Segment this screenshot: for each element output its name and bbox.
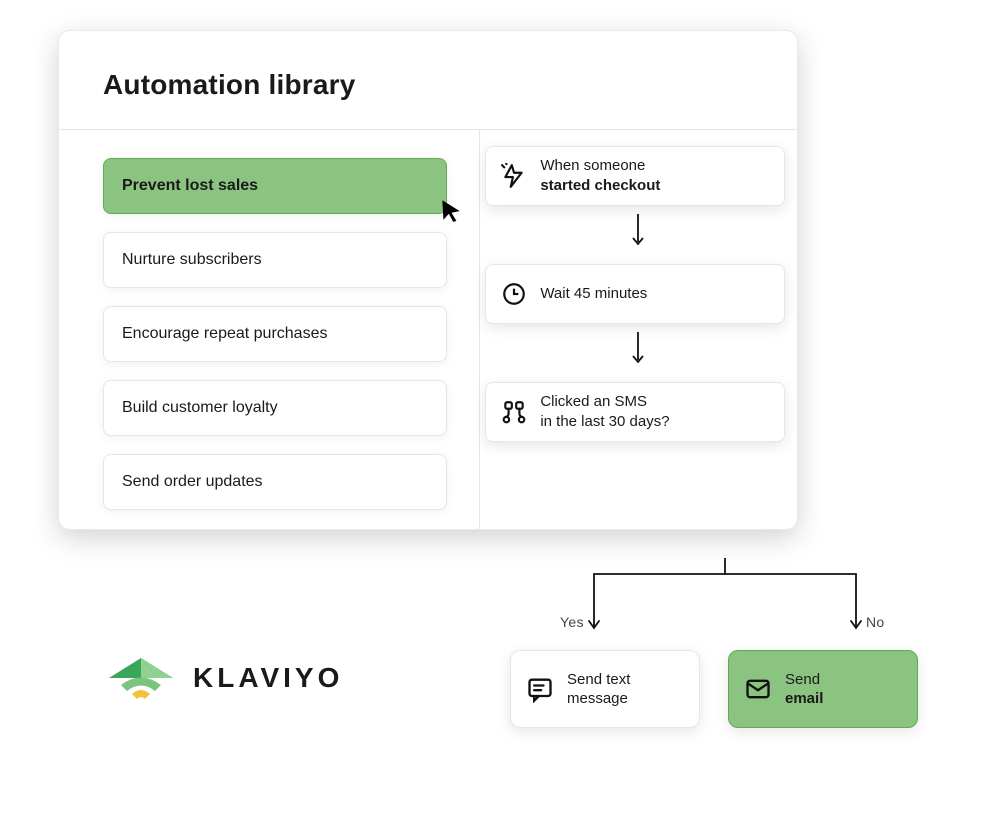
panel-header: Automation library [59,31,797,130]
list-item-prevent-lost-sales[interactable]: Prevent lost sales [103,158,447,214]
action-send-sms-text: Send text message [567,670,630,709]
list-item-nurture-subscribers[interactable]: Nurture subscribers [103,232,447,288]
klaviyo-mark-icon [105,654,177,702]
flow-trigger-card[interactable]: When someone started checkout [485,146,785,206]
clock-icon [500,280,528,308]
list-item-label: Build customer loyalty [122,399,278,417]
list-item-build-customer-loyalty[interactable]: Build customer loyalty [103,380,447,436]
arrow-down-icon [631,330,645,366]
branch-no-label: No [866,614,885,630]
panel-title: Automation library [103,69,753,101]
sms-icon [525,674,555,704]
split-icon [500,398,528,426]
list-item-label: Nurture subscribers [122,251,262,269]
email-icon [743,674,773,704]
lightning-icon [500,162,528,190]
arrow-down-icon [631,212,645,248]
action-send-email-text: Send email [785,670,823,709]
automation-list: Prevent lost sales Nurture subscribers E… [59,130,480,529]
list-item-label: Send order updates [122,473,263,491]
flow-wait-card[interactable]: Wait 45 minutes [485,264,785,324]
list-item-label: Prevent lost sales [122,177,258,195]
list-item-send-order-updates[interactable]: Send order updates [103,454,447,510]
panel-body: Prevent lost sales Nurture subscribers E… [59,130,797,529]
list-item-encourage-repeat-purchases[interactable]: Encourage repeat purchases [103,306,447,362]
flow-trigger-text: When someone started checkout [540,156,770,197]
brand-name: KLAVIYO [193,662,343,694]
action-send-sms[interactable]: Send text message [510,650,700,728]
flow-split-card[interactable]: Clicked an SMS in the last 30 days? [485,382,785,442]
branch-connector [510,558,940,650]
flow-wait-text: Wait 45 minutes [540,284,770,304]
list-item-label: Encourage repeat purchases [122,325,327,343]
flow-preview: When someone started checkout Wait 45 mi… [480,130,797,529]
brand-logo: KLAVIYO [105,654,343,702]
action-send-email[interactable]: Send email [728,650,918,728]
automation-library-panel: Automation library Prevent lost sales Nu… [58,30,798,530]
branch-yes-label: Yes [560,614,584,630]
flow-split-text: Clicked an SMS in the last 30 days? [540,392,770,433]
cursor-icon [438,197,464,223]
